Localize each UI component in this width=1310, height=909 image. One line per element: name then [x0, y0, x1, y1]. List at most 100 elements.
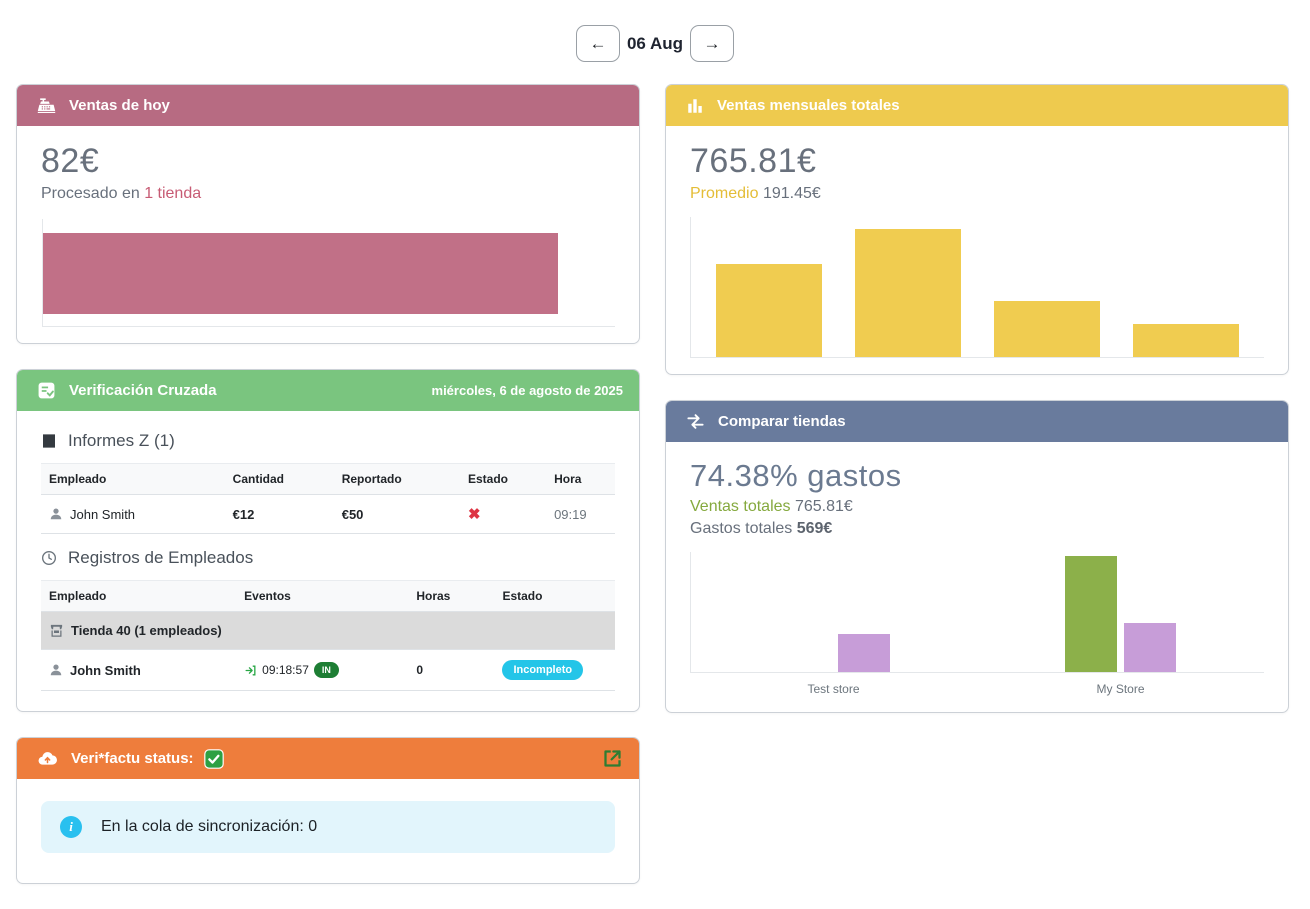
- card-ventas-mensuales: Ventas mensuales totales 765.81€ Promedi…: [665, 84, 1289, 375]
- card-title: Veri*factu status:: [71, 750, 194, 767]
- promedio-label: Promedio: [690, 185, 758, 202]
- sync-queue-info-box: i En la cola de sincronización: 0: [41, 801, 615, 853]
- ventas-totales-value: 765.81€: [795, 498, 853, 515]
- ventas-mensuales-header: Ventas mensuales totales: [666, 85, 1288, 126]
- ventas-hoy-chart: [42, 219, 615, 327]
- test-store-label: Test store: [690, 682, 977, 696]
- estado-x-icon: ✖: [468, 506, 481, 523]
- dashboard-grid: Ventas de hoy 82€ Procesado en 1 tienda …: [0, 62, 1310, 909]
- employee-name: John Smith: [70, 663, 141, 678]
- ventas-hoy-body: 82€ Procesado en 1 tienda: [17, 126, 639, 343]
- ventas-mensuales-chart: [690, 217, 1264, 358]
- col-empleado2: Empleado: [41, 581, 236, 612]
- tienda-link[interactable]: 1 tienda: [144, 185, 201, 202]
- verificacion-date: miércoles, 6 de agosto de 2025: [432, 383, 623, 398]
- cash-register-icon: [37, 96, 56, 115]
- informes-data-row: John Smith €12 €50 ✖ 09:19: [41, 495, 615, 534]
- col-cantidad: Cantidad: [225, 464, 334, 495]
- col-hora: Hora: [546, 464, 615, 495]
- sync-queue-text: En la cola de sincronización: 0: [101, 818, 317, 836]
- horas-value: 0: [408, 650, 494, 691]
- informes-z-title: Informes Z (1): [68, 431, 175, 451]
- month-bar-1: [716, 264, 822, 357]
- check-badge-icon: [204, 749, 224, 769]
- gastos-totales-label: Gastos totales: [690, 520, 792, 537]
- gastos-totales-value: 569€: [797, 520, 833, 537]
- hora-value: 09:19: [546, 495, 615, 534]
- registros-data-row: John Smith 09:18:57 IN 0 Incompleto: [41, 650, 615, 691]
- comparar-body: 74.38% gastos Ventas totales 765.81€ Gas…: [666, 442, 1288, 712]
- verifactu-body: i En la cola de sincronización: 0: [17, 779, 639, 883]
- ventas-totales-line: Ventas totales 765.81€: [690, 498, 1264, 516]
- checklist-icon: [37, 381, 56, 400]
- comparar-header: Comparar tiendas: [666, 401, 1288, 442]
- store-icon: [49, 623, 64, 638]
- test-store-gastos-bar: [838, 634, 890, 672]
- ventas-hoy-bar: [43, 233, 558, 314]
- card-verificacion-cruzada: Verificación Cruzada miércoles, 6 de ago…: [16, 369, 640, 712]
- chart-group-my-store: [978, 552, 1265, 672]
- info-icon: i: [60, 816, 82, 838]
- registros-title-row: Registros de Empleados: [41, 548, 615, 568]
- registros-header-row: Empleado Eventos Horas Estado: [41, 581, 615, 612]
- comparar-axis-labels: Test store My Store: [690, 682, 1264, 696]
- compare-arrows-icon: [686, 412, 705, 431]
- registros-table: Empleado Eventos Horas Estado Tienda 40 …: [41, 580, 615, 691]
- processed-text: Procesado en: [41, 185, 144, 202]
- card-title: Ventas de hoy: [69, 97, 170, 114]
- external-link-button[interactable]: [602, 748, 623, 769]
- informes-z-title-row: Informes Z (1): [41, 431, 615, 451]
- person-icon: [49, 507, 63, 521]
- comparar-chart: [690, 552, 1264, 673]
- incompleto-badge: Incompleto: [502, 660, 583, 680]
- my-store-ventas-bar: [1065, 556, 1117, 672]
- promedio-value: 191.45€: [763, 185, 821, 202]
- ventas-hoy-header: Ventas de hoy: [17, 85, 639, 126]
- right-column: Ventas mensuales totales 765.81€ Promedi…: [665, 84, 1289, 738]
- arrow-right-icon: →: [704, 34, 721, 54]
- left-column: Ventas de hoy 82€ Procesado en 1 tienda …: [16, 84, 640, 909]
- external-link-icon: [602, 748, 623, 769]
- verifactu-header: Veri*factu status:: [17, 738, 639, 779]
- date-navigation: ← 06 Aug →: [0, 0, 1310, 62]
- person-icon: [49, 663, 63, 677]
- prev-day-button[interactable]: ←: [576, 25, 620, 62]
- cantidad-value: €12: [225, 495, 334, 534]
- ventas-hoy-subtitle: Procesado en 1 tienda: [41, 185, 615, 203]
- bar-chart-icon: [686, 97, 704, 115]
- col-empleado: Empleado: [41, 464, 225, 495]
- next-day-button[interactable]: →: [690, 25, 734, 62]
- card-ventas-de-hoy: Ventas de hoy 82€ Procesado en 1 tienda: [16, 84, 640, 344]
- month-bar-2: [855, 229, 961, 357]
- chart-group-test-store: [691, 552, 978, 672]
- informes-z-table: Empleado Cantidad Reportado Estado Hora …: [41, 463, 615, 534]
- col-estado: Estado: [460, 464, 546, 495]
- col-horas: Horas: [408, 581, 494, 612]
- month-bar-4: [1133, 324, 1239, 357]
- card-verifactu-status: Veri*factu status: i En la cola de sincr…: [16, 737, 640, 884]
- employee-name: John Smith: [70, 507, 135, 522]
- col-reportado: Reportado: [334, 464, 460, 495]
- reportado-value: €50: [334, 495, 460, 534]
- login-icon: [244, 664, 257, 677]
- informes-header-row: Empleado Cantidad Reportado Estado Hora: [41, 464, 615, 495]
- ventas-mensuales-body: 765.81€ Promedio 191.45€: [666, 126, 1288, 374]
- report-list-icon: [41, 433, 57, 449]
- current-date-label: 06 Aug: [627, 34, 683, 54]
- card-title: Comparar tiendas: [718, 413, 846, 430]
- clock-in-time: 09:18:57: [262, 663, 309, 677]
- in-badge: IN: [314, 662, 339, 678]
- my-store-gastos-bar: [1124, 623, 1176, 672]
- store-group-row: Tienda 40 (1 empleados): [41, 612, 615, 650]
- col-estado2: Estado: [494, 581, 615, 612]
- card-title: Verificación Cruzada: [69, 382, 217, 399]
- verificacion-body: Informes Z (1) Empleado Cantidad Reporta…: [17, 411, 639, 711]
- col-eventos: Eventos: [236, 581, 408, 612]
- verificacion-header: Verificación Cruzada miércoles, 6 de ago…: [17, 370, 639, 411]
- ventas-totales-label: Ventas totales: [690, 498, 791, 515]
- arrow-left-icon: ←: [589, 34, 606, 54]
- registros-title: Registros de Empleados: [68, 548, 253, 568]
- promedio-line: Promedio 191.45€: [690, 185, 1264, 203]
- card-comparar-tiendas: Comparar tiendas 74.38% gastos Ventas to…: [665, 400, 1289, 713]
- cloud-upload-icon: [37, 748, 58, 769]
